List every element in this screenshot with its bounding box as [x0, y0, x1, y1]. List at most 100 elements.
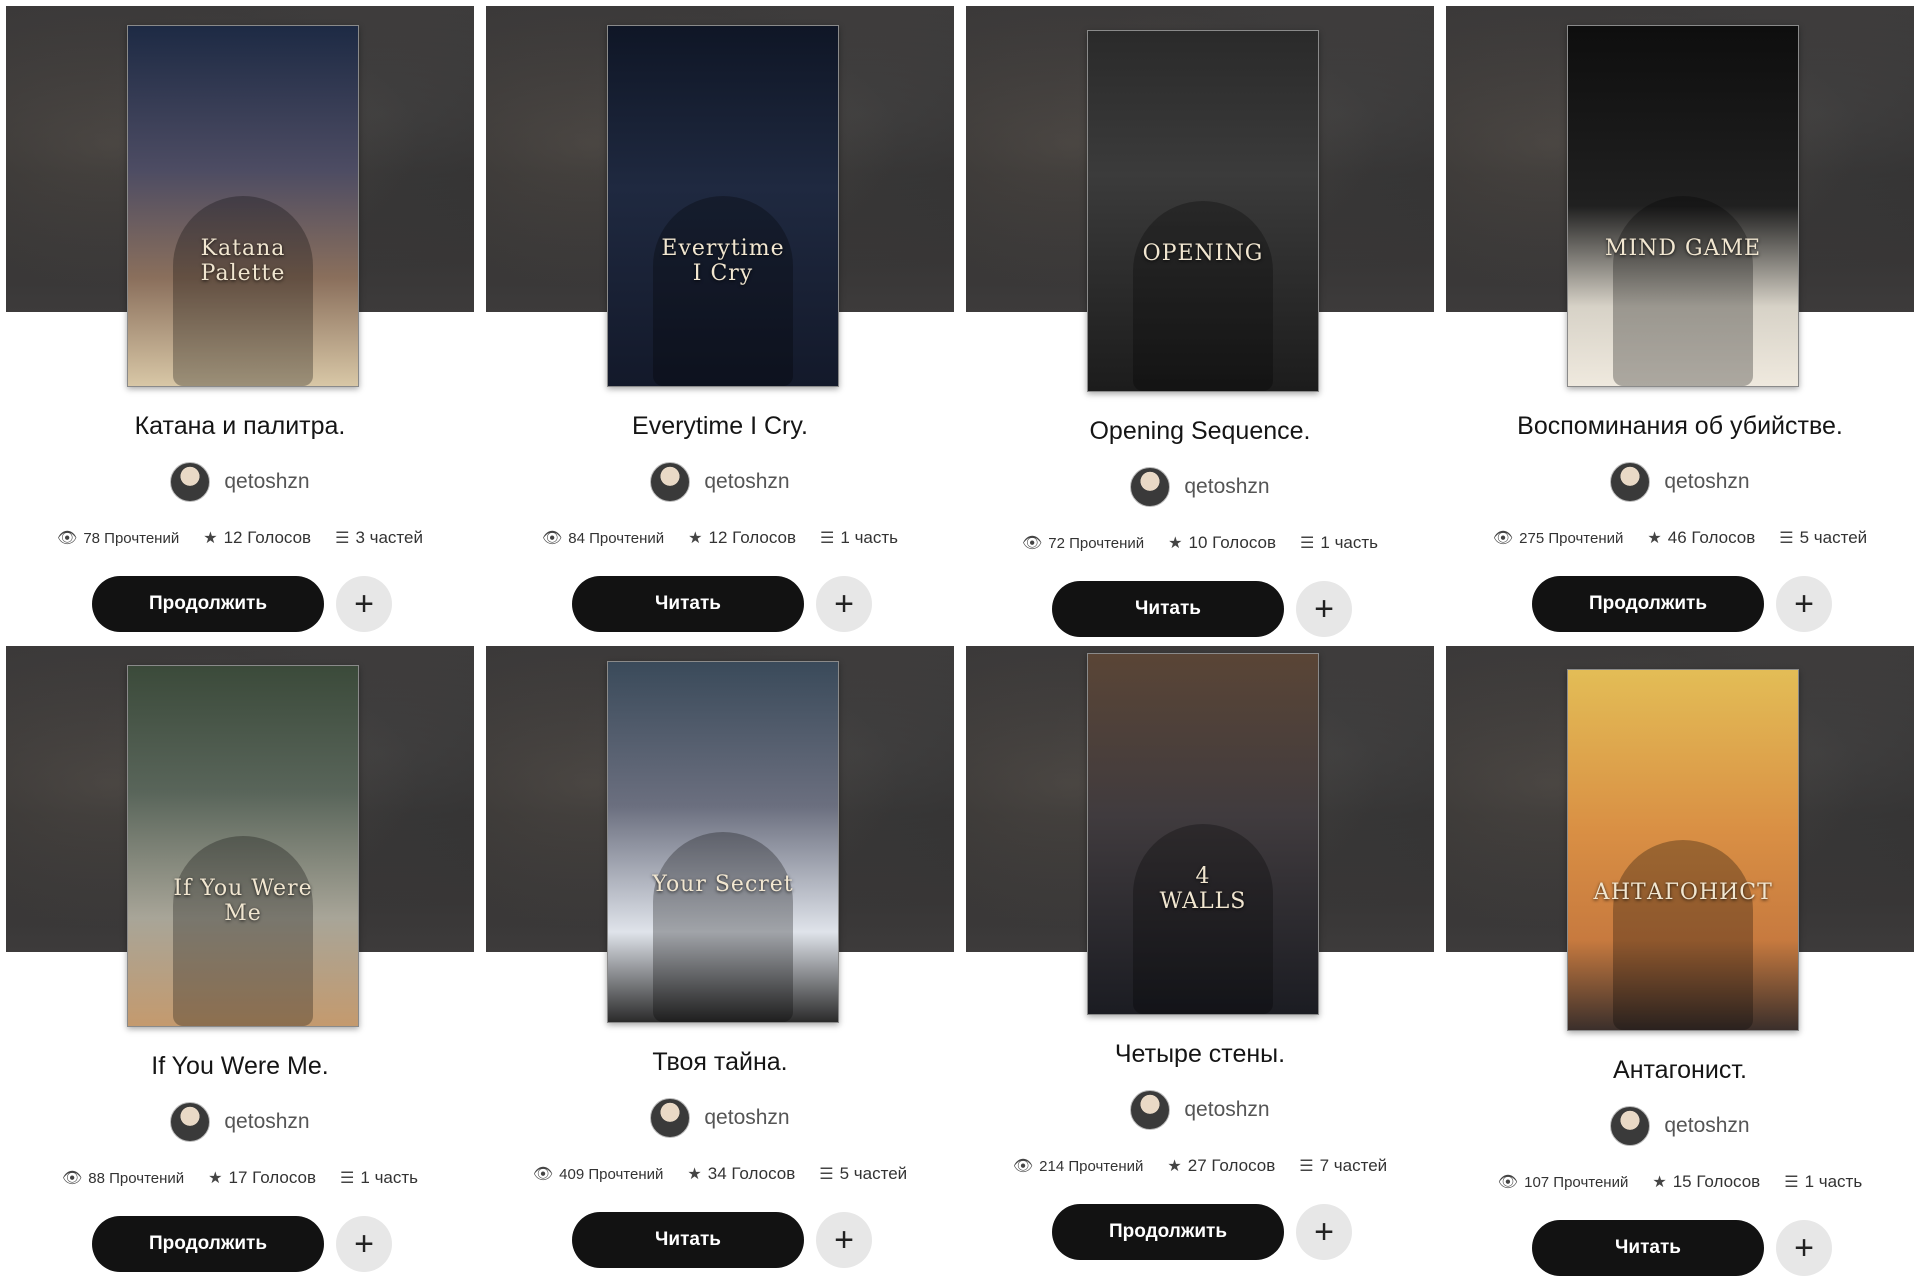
reads-stat: 👁 72 Прочтений [1022, 533, 1144, 553]
avatar[interactable] [650, 462, 691, 502]
reads-stat: 👁 409 Прочтений [533, 1164, 664, 1184]
book-title[interactable]: Четыре стены. [960, 1040, 1440, 1069]
book-cover[interactable]: If You Were Me [127, 665, 359, 1027]
book-title[interactable]: Катана и палитра. [0, 412, 480, 441]
plus-icon: + [834, 1221, 854, 1259]
reads-count: 84 Прочтений [568, 529, 665, 547]
stats-row: 👁 84 Прочтений ★ 12 Голосов ☰ 1 часть [480, 528, 960, 548]
author-name[interactable]: qetoshzn [1184, 1098, 1269, 1122]
reads-count: 214 Прочтений [1039, 1157, 1144, 1175]
book-cover[interactable]: 4 WALLS [1087, 653, 1319, 1015]
book-card: Everytime I Cry Everytime I Cry. qetoshz… [480, 0, 960, 640]
book-cover[interactable]: OPENING [1087, 30, 1319, 392]
read-button[interactable]: Читать [572, 576, 804, 632]
stats-row: 👁 275 Прочтений ★ 46 Голосов ☰ 5 частей [1440, 528, 1920, 548]
author-row[interactable]: qetoshzn [480, 462, 960, 502]
avatar[interactable] [1130, 1090, 1171, 1130]
votes-count: 10 Голосов [1188, 533, 1277, 552]
author-row[interactable]: qetoshzn [960, 1090, 1440, 1130]
add-to-library-button[interactable]: + [816, 576, 872, 632]
cover-title: 4 WALLS [1159, 864, 1247, 914]
reads-stat: 👁 84 Прочтений [542, 528, 664, 548]
parts-count: 5 частей [1799, 528, 1868, 547]
author-row[interactable]: qetoshzn [0, 1102, 480, 1142]
eye-icon: 👁 [1012, 1158, 1034, 1175]
avatar[interactable] [170, 462, 211, 502]
author-row[interactable]: qetoshzn [480, 1098, 960, 1138]
book-title[interactable]: Антагонист. [1440, 1056, 1920, 1085]
list-icon: ☰ [1784, 1174, 1799, 1191]
cover-figure [173, 836, 313, 1026]
read-button[interactable]: Продолжить [92, 576, 324, 632]
avatar[interactable] [1610, 1106, 1651, 1146]
add-to-library-button[interactable]: + [336, 576, 392, 632]
reads-stat: 👁 78 Прочтений [57, 528, 179, 548]
author-name[interactable]: qetoshzn [1664, 1114, 1749, 1138]
avatar[interactable] [1610, 462, 1651, 502]
parts-stat: ☰ 3 частей [335, 528, 423, 548]
book-card: Your Secret Твоя тайна. qetoshzn 👁 409 П… [480, 640, 960, 1280]
add-to-library-button[interactable]: + [1776, 576, 1832, 632]
read-button[interactable]: Читать [1052, 581, 1284, 637]
read-button[interactable]: Читать [1532, 1220, 1764, 1276]
book-title[interactable]: If You Were Me. [0, 1052, 480, 1081]
parts-count: 1 часть [360, 1168, 419, 1187]
star-icon: ★ [1647, 530, 1662, 547]
add-to-library-button[interactable]: + [1296, 581, 1352, 637]
stats-row: 👁 78 Прочтений ★ 12 Голосов ☰ 3 частей [0, 528, 480, 548]
avatar[interactable] [170, 1102, 211, 1142]
votes-stat: ★ 17 Голосов [208, 1168, 316, 1188]
add-to-library-button[interactable]: + [1296, 1204, 1352, 1260]
book-cover[interactable]: Katana Palette [127, 25, 359, 387]
read-button[interactable]: Продолжить [92, 1216, 324, 1272]
cover-figure [173, 196, 313, 386]
book-card: АНТАГОНИСТ Антагонист. qetoshzn 👁 107 Пр… [1440, 640, 1920, 1280]
cover-title: If You Were Me [173, 876, 313, 926]
author-name[interactable]: qetoshzn [224, 1110, 309, 1134]
avatar[interactable] [1130, 467, 1171, 507]
eye-icon: 👁 [532, 1166, 554, 1183]
parts-count: 3 частей [355, 528, 423, 547]
star-icon: ★ [1167, 1158, 1182, 1175]
plus-icon: + [1314, 1213, 1334, 1251]
book-title[interactable]: Воспоминания об убийстве. [1440, 412, 1920, 441]
plus-icon: + [1314, 590, 1334, 628]
author-name[interactable]: qetoshzn [1664, 470, 1749, 494]
book-cover[interactable]: Everytime I Cry [607, 25, 839, 387]
book-cover[interactable]: MIND GAME [1567, 25, 1799, 387]
book-card: 4 WALLS Четыре стены. qetoshzn 👁 214 Про… [960, 640, 1440, 1280]
book-cover[interactable]: Your Secret [607, 661, 839, 1023]
add-to-library-button[interactable]: + [336, 1216, 392, 1272]
list-icon: ☰ [1779, 530, 1794, 547]
list-icon: ☰ [335, 530, 350, 547]
votes-count: 34 Голосов [707, 1164, 796, 1183]
list-icon: ☰ [819, 1166, 834, 1183]
author-row[interactable]: qetoshzn [0, 462, 480, 502]
author-name[interactable]: qetoshzn [224, 470, 309, 494]
author-name[interactable]: qetoshzn [704, 470, 789, 494]
read-button[interactable]: Продолжить [1052, 1204, 1284, 1260]
author-row[interactable]: qetoshzn [1440, 1106, 1920, 1146]
votes-count: 17 Голосов [228, 1168, 317, 1187]
add-to-library-button[interactable]: + [816, 1212, 872, 1268]
book-cover[interactable]: АНТАГОНИСТ [1567, 669, 1799, 1031]
star-icon: ★ [688, 530, 703, 547]
author-name[interactable]: qetoshzn [1184, 475, 1269, 499]
cover-title: OPENING [1142, 241, 1264, 266]
votes-stat: ★ 15 Голосов [1652, 1172, 1760, 1192]
list-icon: ☰ [820, 530, 835, 547]
read-button[interactable]: Читать [572, 1212, 804, 1268]
book-card: OPENING Opening Sequence. qetoshzn 👁 72 … [960, 0, 1440, 640]
stats-row: 👁 214 Прочтений ★ 27 Голосов ☰ 7 частей [960, 1156, 1440, 1176]
actions-row: Продолжить + [1052, 1204, 1352, 1260]
read-button[interactable]: Продолжить [1532, 576, 1764, 632]
book-title[interactable]: Твоя тайна. [480, 1048, 960, 1077]
add-to-library-button[interactable]: + [1776, 1220, 1832, 1276]
author-name[interactable]: qetoshzn [704, 1106, 789, 1130]
eye-icon: 👁 [1497, 1174, 1519, 1191]
book-title[interactable]: Opening Sequence. [960, 417, 1440, 446]
book-title[interactable]: Everytime I Cry. [480, 412, 960, 441]
avatar[interactable] [650, 1098, 691, 1138]
author-row[interactable]: qetoshzn [1440, 462, 1920, 502]
author-row[interactable]: qetoshzn [960, 467, 1440, 507]
